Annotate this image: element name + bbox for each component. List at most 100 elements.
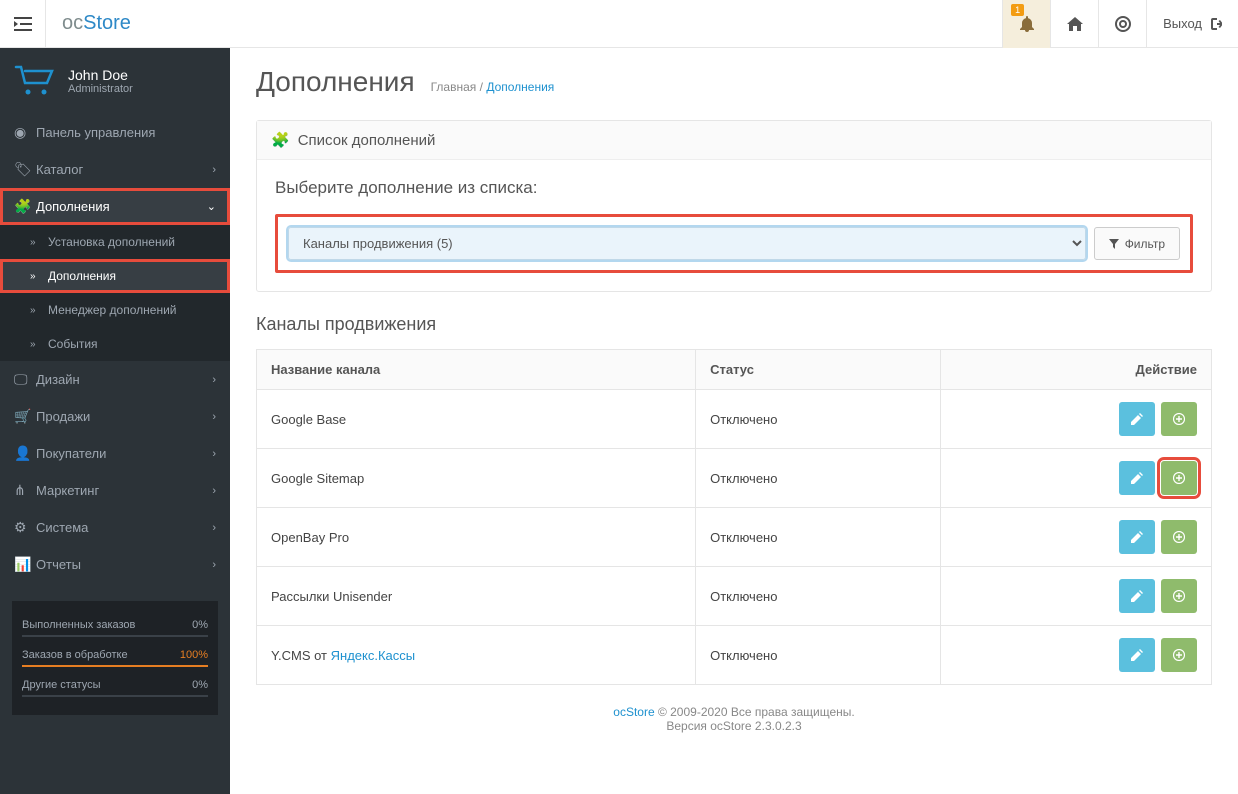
- hamburger-indent-icon: [14, 17, 32, 31]
- pencil-icon: [1131, 531, 1143, 543]
- chevron-right-icon: ›: [212, 164, 216, 176]
- cell-action: [940, 449, 1211, 508]
- plus-circle-icon: [1173, 649, 1185, 661]
- cell-name: Google Base: [257, 390, 696, 449]
- double-chevron-icon: »: [30, 305, 48, 316]
- cell-status: Отключено: [696, 567, 940, 626]
- extension-type-select[interactable]: Каналы продвижения (5): [288, 227, 1086, 260]
- cell-action: [940, 508, 1211, 567]
- content-area: Дополнения Главная / Дополнения 🧩 Список…: [230, 48, 1238, 794]
- chevron-down-icon: ⌄: [207, 200, 216, 213]
- chart-icon: 📊: [14, 556, 36, 573]
- stat-processing-label: Заказов в обработке: [22, 649, 128, 661]
- install-button[interactable]: [1161, 579, 1197, 613]
- feed-name-link[interactable]: Яндекс.Кассы: [331, 648, 415, 663]
- col-status: Статус: [696, 350, 940, 390]
- edit-button[interactable]: [1119, 461, 1155, 495]
- table-row: Рассылки UnisenderОтключено: [257, 567, 1212, 626]
- chevron-right-icon: ›: [212, 559, 216, 571]
- nav-extensions[interactable]: 🧩Дополнения⌄: [0, 188, 230, 225]
- logout-button[interactable]: Выход: [1146, 0, 1238, 48]
- help-button[interactable]: [1098, 0, 1146, 48]
- nav-customers[interactable]: 👤Покупатели›: [0, 435, 230, 472]
- filter-row: Каналы продвижения (5) Фильтр: [275, 214, 1193, 273]
- subnav-modman[interactable]: »Менеджер дополнений: [0, 293, 230, 327]
- install-button[interactable]: [1161, 461, 1197, 495]
- stat-completed-value: 0%: [192, 619, 208, 631]
- nav-sales[interactable]: 🛒Продажи›: [0, 398, 230, 435]
- logo-suffix: Store: [83, 12, 131, 34]
- stat-completed-label: Выполненных заказов: [22, 619, 135, 631]
- cell-action: [940, 567, 1211, 626]
- home-button[interactable]: [1050, 0, 1098, 48]
- edit-button[interactable]: [1119, 402, 1155, 436]
- table-row: OpenBay ProОтключено: [257, 508, 1212, 567]
- breadcrumb-current[interactable]: Дополнения: [486, 80, 554, 94]
- chevron-right-icon: ›: [212, 448, 216, 460]
- profile-block: John Doe Administrator: [0, 48, 230, 114]
- menu-toggle-button[interactable]: [0, 0, 46, 48]
- cell-name: Рассылки Unisender: [257, 567, 696, 626]
- profile-name: John Doe: [68, 67, 133, 83]
- plus-circle-icon: [1173, 531, 1185, 543]
- install-button[interactable]: [1161, 520, 1197, 554]
- subnav-events[interactable]: »События: [0, 327, 230, 361]
- pencil-icon: [1131, 413, 1143, 425]
- notification-badge: 1: [1011, 4, 1024, 17]
- cell-name: Y.CMS от Яндекс.Кассы: [257, 626, 696, 685]
- pencil-icon: [1131, 590, 1143, 602]
- share-icon: ⋔: [14, 482, 36, 499]
- breadcrumb-home[interactable]: Главная: [431, 80, 477, 94]
- edit-button[interactable]: [1119, 638, 1155, 672]
- col-action: Действие: [940, 350, 1211, 390]
- stat-other-label: Другие статусы: [22, 679, 101, 691]
- feeds-table: Название канала Статус Действие Google B…: [256, 349, 1212, 685]
- chevron-right-icon: ›: [212, 522, 216, 534]
- notifications-button[interactable]: 1: [1002, 0, 1050, 48]
- nav-catalog[interactable]: 🏷Каталог›: [0, 151, 230, 188]
- home-icon: [1067, 17, 1083, 31]
- edit-button[interactable]: [1119, 579, 1155, 613]
- nav-reports[interactable]: 📊Отчеты›: [0, 546, 230, 583]
- section-heading: Каналы продвижения: [256, 314, 1212, 335]
- footer: ocStore © 2009-2020 Все права защищены. …: [256, 685, 1212, 753]
- cell-status: Отключено: [696, 508, 940, 567]
- puzzle-icon: 🧩: [271, 131, 290, 149]
- chevron-right-icon: ›: [212, 411, 216, 423]
- select-label: Выберите дополнение из списка:: [275, 178, 1193, 198]
- cell-name: OpenBay Pro: [257, 508, 696, 567]
- install-button[interactable]: [1161, 638, 1197, 672]
- nav-system[interactable]: ⚙Система›: [0, 509, 230, 546]
- page-title: Дополнения: [256, 66, 415, 98]
- footer-copyright: © 2009-2020 Все права защищены.: [655, 705, 855, 719]
- nav-dashboard[interactable]: ◉Панель управления: [0, 114, 230, 151]
- cell-action: [940, 390, 1211, 449]
- user-icon: 👤: [14, 445, 36, 462]
- edit-button[interactable]: [1119, 520, 1155, 554]
- nav-design[interactable]: 🖵Дизайн›: [0, 361, 230, 398]
- filter-button[interactable]: Фильтр: [1094, 227, 1180, 260]
- brand-logo[interactable]: ocStore: [46, 12, 147, 35]
- install-button[interactable]: [1161, 402, 1197, 436]
- subnav-extensions[interactable]: »Дополнения: [0, 259, 230, 293]
- pencil-icon: [1131, 649, 1143, 661]
- cart-icon: 🛒: [14, 408, 36, 425]
- subnav-install[interactable]: »Установка дополнений: [0, 225, 230, 259]
- topbar: ocStore 1 Выход: [0, 0, 1238, 48]
- logout-label: Выход: [1163, 16, 1202, 31]
- chevron-right-icon: ›: [212, 485, 216, 497]
- breadcrumb: Главная / Дополнения: [431, 80, 555, 94]
- cell-name: Google Sitemap: [257, 449, 696, 508]
- pencil-icon: [1131, 472, 1143, 484]
- footer-version: Версия ocStore 2.3.0.2.3: [256, 719, 1212, 733]
- nav-marketing[interactable]: ⋔Маркетинг›: [0, 472, 230, 509]
- plus-circle-icon: [1173, 472, 1185, 484]
- footer-brand-link[interactable]: ocStore: [613, 705, 654, 719]
- cell-status: Отключено: [696, 390, 940, 449]
- lifebuoy-icon: [1115, 16, 1131, 32]
- filter-icon: [1109, 239, 1119, 249]
- main-nav: ◉Панель управления 🏷Каталог› 🧩Дополнения…: [0, 114, 230, 225]
- main-nav-2: 🖵Дизайн› 🛒Продажи› 👤Покупатели› ⋔Маркети…: [0, 361, 230, 583]
- table-row: Y.CMS от Яндекс.КассыОтключено: [257, 626, 1212, 685]
- tag-icon: 🏷: [14, 161, 36, 178]
